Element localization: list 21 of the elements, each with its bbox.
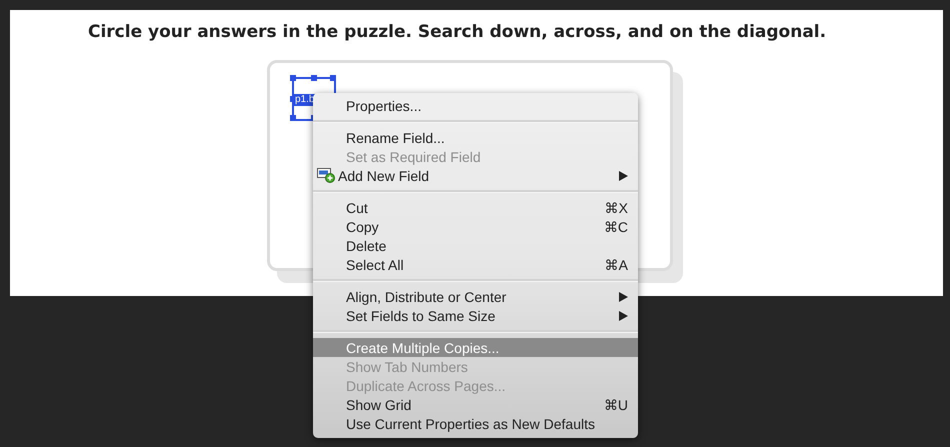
menu-item[interactable]: Cut ⌘X	[313, 198, 638, 217]
shortcut-text: ⌘U	[604, 396, 628, 412]
menu-item[interactable]: Delete	[313, 236, 638, 255]
menu-item[interactable]: Show Grid ⌘U	[313, 395, 638, 414]
menu-item[interactable]: Add New Field	[313, 166, 638, 185]
menu-item[interactable]: Set Fields to Same Size	[313, 306, 638, 325]
shortcut-text: ⌘A	[604, 256, 628, 272]
resize-handle[interactable]	[290, 75, 296, 81]
menu-item[interactable]: Align, Distribute or Center	[313, 287, 638, 306]
shortcut-text: ⌘X	[604, 200, 628, 216]
menu-item[interactable]: Properties...	[313, 96, 638, 115]
resize-handle[interactable]	[290, 115, 296, 121]
shortcut-text: ⌘C	[604, 218, 628, 234]
menu-item[interactable]: Select All ⌘A	[313, 255, 638, 274]
menu-item[interactable]: Use Current Properties as New Defaults	[313, 414, 638, 433]
menu-item[interactable]: Copy ⌘C	[313, 217, 638, 236]
menu-item[interactable]: Rename Field...	[313, 128, 638, 147]
text-field-add-icon	[317, 168, 335, 183]
resize-handle[interactable]	[330, 75, 336, 81]
instructions-text: Circle your answers in the puzzle. Search down, across, and on the diagonal.	[88, 22, 826, 42]
resize-handle[interactable]	[311, 75, 317, 81]
